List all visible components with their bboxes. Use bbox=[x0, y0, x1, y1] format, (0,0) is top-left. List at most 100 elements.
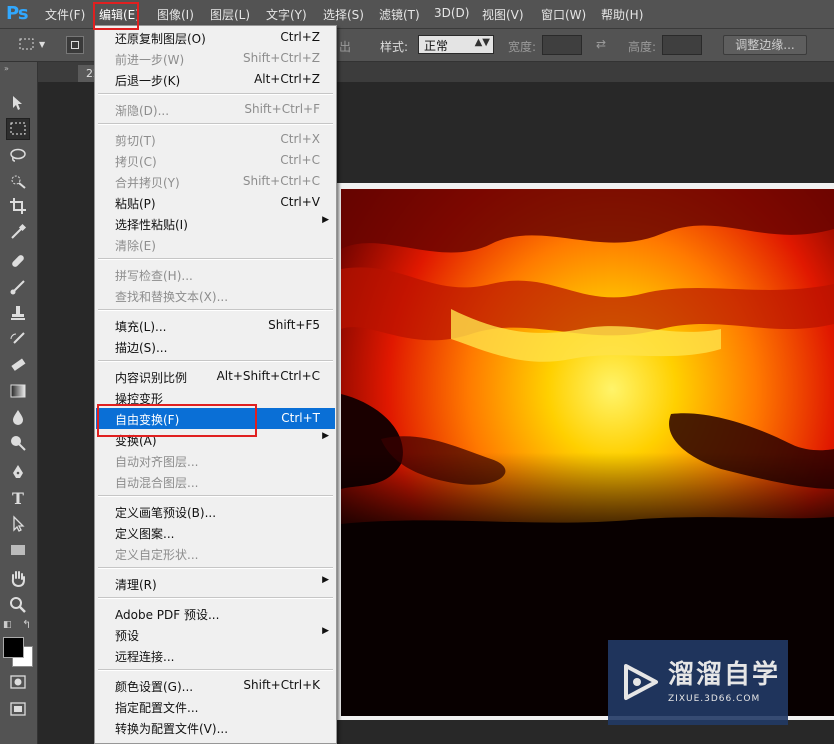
lasso-tool-icon[interactable] bbox=[6, 144, 30, 166]
marquee-preset-icon[interactable] bbox=[15, 33, 39, 55]
swap-icon[interactable]: ⇄ bbox=[596, 37, 606, 51]
menu-item-define-pattern[interactable]: 定义图案... bbox=[95, 522, 336, 543]
path-selection-tool-icon[interactable] bbox=[6, 513, 30, 535]
pen-tool-icon[interactable] bbox=[6, 461, 30, 483]
menu-item-paste-special[interactable]: 选择性粘贴(I) ▶ bbox=[95, 213, 336, 234]
menu-item-adobe-pdf-presets[interactable]: Adobe PDF 预设... bbox=[95, 603, 336, 624]
menu-item-copy[interactable]: 拷贝(C) Ctrl+C bbox=[95, 150, 336, 171]
new-selection-button[interactable] bbox=[66, 36, 84, 54]
style-label: 样式: bbox=[380, 40, 409, 54]
menu-item-shortcut: Shift+Ctrl+C bbox=[242, 174, 320, 188]
menu-item-shortcut: Ctrl+T bbox=[281, 411, 320, 425]
eraser-tool-icon[interactable] bbox=[6, 354, 30, 376]
menu-item-assign-profile[interactable]: 指定配置文件... bbox=[95, 696, 336, 717]
menu-item-label: 内容识别比例 bbox=[115, 371, 188, 385]
annotation-box-free-transform bbox=[97, 404, 257, 437]
play-logo-icon bbox=[620, 662, 660, 705]
menu-filter[interactable]: 滤镜(T) bbox=[379, 6, 420, 23]
menu-view[interactable]: 视图(V) bbox=[482, 6, 524, 23]
default-colors-icon[interactable]: ◧ bbox=[3, 620, 12, 630]
quick-selection-tool-icon[interactable] bbox=[6, 170, 30, 192]
menu-item-shortcut: Ctrl+X bbox=[280, 132, 320, 146]
menu-item-label: 前进一步(W) bbox=[115, 53, 185, 67]
collapse-icon[interactable]: » bbox=[4, 64, 9, 73]
menu-item-label: Adobe PDF 预设... bbox=[115, 608, 220, 622]
menu-separator bbox=[98, 123, 333, 125]
menu-item-shortcut: Shift+Ctrl+K bbox=[243, 678, 320, 692]
menu-item-define-custom-shape[interactable]: 定义自定形状... bbox=[95, 543, 336, 564]
menu-help[interactable]: 帮助(H) bbox=[601, 6, 643, 23]
menu-3d[interactable]: 3D(D) bbox=[434, 6, 469, 20]
menu-item-label: 自动混合图层... bbox=[115, 476, 199, 490]
menu-item-label: 后退一步(K) bbox=[115, 74, 181, 88]
sunset-photo[interactable] bbox=[341, 189, 834, 716]
menu-type[interactable]: 文字(Y) bbox=[266, 6, 307, 23]
menu-item-label: 剪切(T) bbox=[115, 134, 156, 148]
menu-item-fill[interactable]: 填充(L)... Shift+F5 bbox=[95, 315, 336, 336]
dodge-tool-icon[interactable] bbox=[6, 432, 30, 454]
menu-window[interactable]: 窗口(W) bbox=[541, 6, 586, 23]
menu-item-presets[interactable]: 预设 ▶ bbox=[95, 624, 336, 645]
hand-tool-icon[interactable] bbox=[6, 568, 30, 590]
menu-select[interactable]: 选择(S) bbox=[323, 6, 364, 23]
zoom-tool-icon[interactable] bbox=[6, 594, 30, 616]
menu-item-paste[interactable]: 粘贴(P) Ctrl+V bbox=[95, 192, 336, 213]
menu-item-color-settings[interactable]: 颜色设置(G)... Shift+Ctrl+K bbox=[95, 675, 336, 696]
menu-item-step-backward[interactable]: 后退一步(K) Alt+Ctrl+Z bbox=[95, 69, 336, 90]
swap-colors-icon[interactable]: ↰ bbox=[22, 618, 31, 631]
submenu-arrow-icon: ▶ bbox=[322, 626, 329, 636]
type-tool-icon[interactable]: T bbox=[6, 487, 30, 509]
rectangle-tool-icon[interactable] bbox=[6, 539, 30, 561]
menu-item-cut[interactable]: 剪切(T) Ctrl+X bbox=[95, 129, 336, 150]
gradient-tool-icon[interactable] bbox=[6, 380, 30, 402]
menu-item-auto-align-layers[interactable]: 自动对齐图层... bbox=[95, 450, 336, 471]
menu-item-define-brush[interactable]: 定义画笔预设(B)... bbox=[95, 501, 336, 522]
menu-item-check-spelling[interactable]: 拼写检查(H)... bbox=[95, 264, 336, 285]
menu-image[interactable]: 图像(I) bbox=[157, 6, 194, 23]
menu-item-clear[interactable]: 清除(E) bbox=[95, 234, 336, 255]
menu-item-purge[interactable]: 清理(R) ▶ bbox=[95, 573, 336, 594]
menu-item-label: 合并拷贝(Y) bbox=[115, 176, 180, 190]
menu-item-copy-merged[interactable]: 合并拷贝(Y) Shift+Ctrl+C bbox=[95, 171, 336, 192]
menu-item-fade[interactable]: 渐隐(D)... Shift+Ctrl+F bbox=[95, 99, 336, 120]
eyedropper-tool-icon[interactable] bbox=[6, 221, 30, 243]
healing-brush-tool-icon[interactable] bbox=[6, 250, 30, 272]
crop-tool-icon[interactable] bbox=[6, 195, 30, 217]
chevron-down-icon[interactable]: ▼ bbox=[39, 40, 45, 49]
menu-file[interactable]: 文件(F) bbox=[45, 6, 85, 23]
brush-tool-icon[interactable] bbox=[6, 276, 30, 298]
menu-item-stroke[interactable]: 描边(S)... bbox=[95, 336, 336, 357]
chevron-down-icon: ▲▼ bbox=[474, 37, 490, 48]
marquee-tool-icon[interactable] bbox=[6, 118, 30, 140]
menu-separator bbox=[98, 567, 333, 569]
refine-edge-button[interactable]: 调整边缘... bbox=[723, 35, 807, 55]
quick-mask-icon[interactable] bbox=[6, 671, 30, 693]
width-label: 宽度: bbox=[508, 40, 537, 54]
history-brush-tool-icon[interactable] bbox=[6, 328, 30, 350]
clone-stamp-tool-icon[interactable] bbox=[6, 302, 30, 324]
foreground-color-swatch[interactable] bbox=[3, 637, 24, 658]
menu-item-label: 清理(R) bbox=[115, 578, 157, 592]
blur-tool-icon[interactable] bbox=[6, 406, 30, 428]
menu-item-convert-to-profile[interactable]: 转换为配置文件(V)... bbox=[95, 717, 336, 738]
menu-item-remote-connections[interactable]: 远程连接... bbox=[95, 645, 336, 666]
menu-separator bbox=[98, 495, 333, 497]
menu-item-label: 拼写检查(H)... bbox=[115, 269, 193, 283]
menu-item-label: 颜色设置(G)... bbox=[115, 680, 194, 694]
photoshop-logo: Ps bbox=[6, 3, 29, 24]
width-input[interactable] bbox=[542, 35, 582, 55]
menu-item-auto-blend-layers[interactable]: 自动混合图层... bbox=[95, 471, 336, 492]
menu-item-undo[interactable]: 还原复制图层(O) Ctrl+Z bbox=[95, 27, 336, 48]
menu-item-step-forward[interactable]: 前进一步(W) Shift+Ctrl+Z bbox=[95, 48, 336, 69]
menu-separator bbox=[98, 93, 333, 95]
square-icon bbox=[71, 41, 79, 49]
height-input[interactable] bbox=[662, 35, 702, 55]
menu-item-label: 自动对齐图层... bbox=[115, 455, 199, 469]
move-tool-icon[interactable] bbox=[6, 92, 30, 114]
style-select[interactable]: 正常 ▲▼ bbox=[418, 35, 494, 54]
menu-item-content-aware-scale[interactable]: 内容识别比例 Alt+Shift+Ctrl+C bbox=[95, 366, 336, 387]
menu-layer[interactable]: 图层(L) bbox=[210, 6, 250, 23]
menu-item-label: 定义画笔预设(B)... bbox=[115, 506, 217, 520]
menu-item-find-replace[interactable]: 查找和替换文本(X)... bbox=[95, 285, 336, 306]
screen-mode-icon[interactable] bbox=[6, 698, 30, 720]
